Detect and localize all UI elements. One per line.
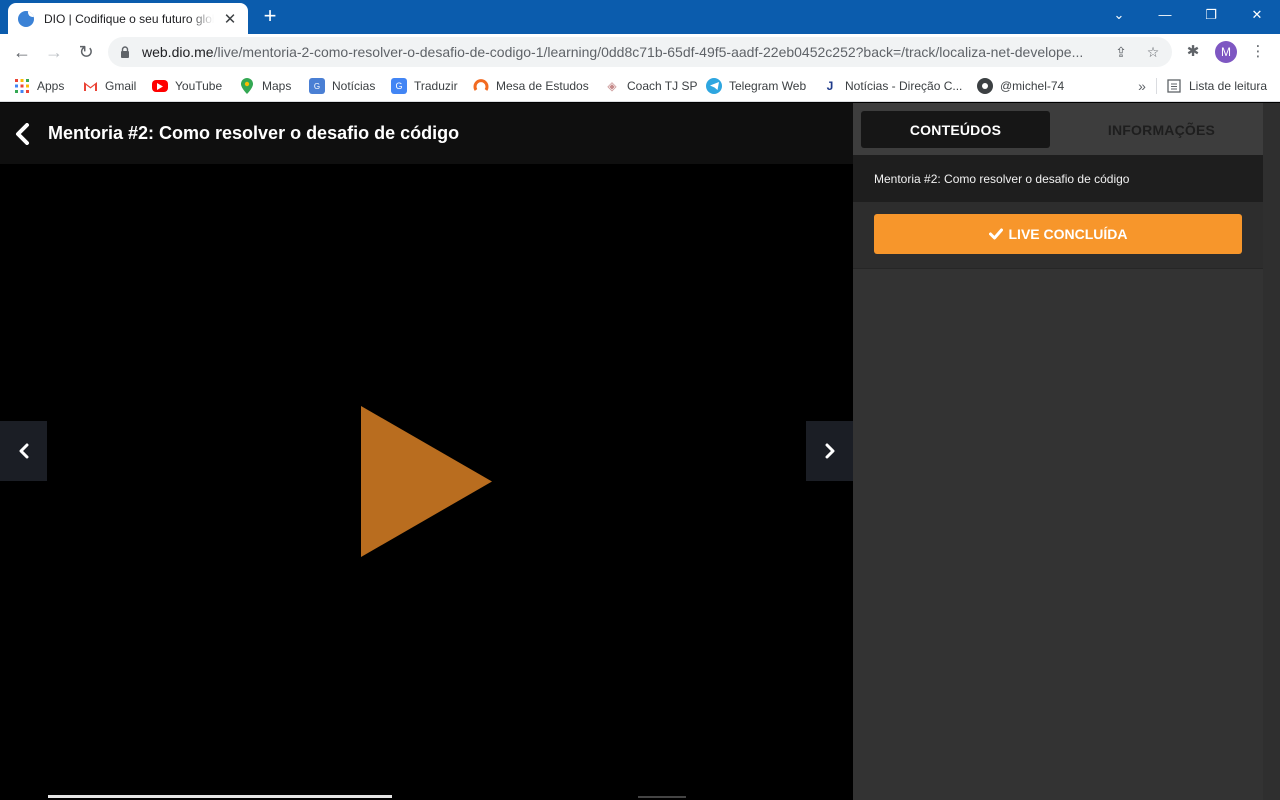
address-bar[interactable]: web.dio.me/live/mentoria-2-como-resolver… bbox=[108, 37, 1172, 67]
direcao-icon: J bbox=[826, 79, 834, 93]
reading-list-icon bbox=[1166, 78, 1182, 94]
maps-icon bbox=[239, 78, 255, 94]
content-item[interactable]: Mentoria #2: Como resolver o desafio de … bbox=[853, 155, 1263, 202]
bookmark-label: Apps bbox=[37, 79, 65, 93]
bookmark-label: Coach TJ SP bbox=[627, 79, 698, 93]
bookmark-label: Notícias - Direção C... bbox=[845, 79, 963, 93]
sidebar-tabs: CONTEÚDOS INFORMAÇÕES bbox=[853, 103, 1263, 155]
bookmark-apps[interactable]: Apps bbox=[14, 76, 64, 96]
live-concluida-button[interactable]: LIVE CONCLUÍDA bbox=[874, 214, 1242, 254]
bookmark-label: Gmail bbox=[105, 79, 137, 93]
bookmark-traduzir[interactable]: G Traduzir bbox=[391, 76, 458, 96]
chevron-left-icon bbox=[19, 443, 28, 459]
extensions-puzzle-icon[interactable]: ✱ bbox=[1182, 41, 1204, 63]
bookmark-label: Telegram Web bbox=[729, 79, 807, 93]
bookmark-mesa-estudos[interactable]: Mesa de Estudos bbox=[473, 76, 589, 96]
reading-list[interactable]: Lista de leitura bbox=[1166, 76, 1267, 96]
apps-grid-icon bbox=[14, 78, 30, 94]
back-arrow-icon[interactable]: ← bbox=[8, 38, 36, 66]
live-button-label: LIVE CONCLUÍDA bbox=[1008, 226, 1128, 242]
news-icon: G bbox=[309, 78, 325, 94]
bookmark-youtube[interactable]: YouTube bbox=[152, 76, 222, 96]
horizontal-scrollbar[interactable] bbox=[48, 795, 392, 798]
bookmark-coach[interactable]: ◈ Coach TJ SP bbox=[604, 76, 697, 96]
back-chevron-icon[interactable] bbox=[0, 103, 44, 164]
forward-arrow-icon[interactable]: → bbox=[40, 38, 68, 66]
bookmark-noticias[interactable]: G Notícias bbox=[309, 76, 375, 96]
player-header: Mentoria #2: Como resolver o desafio de … bbox=[0, 103, 853, 164]
bookmarks-divider bbox=[1156, 78, 1157, 94]
bookmark-direcao[interactable]: J Notícias - Direção C... bbox=[822, 76, 963, 96]
new-tab-button[interactable]: + bbox=[258, 4, 282, 28]
close-window-button[interactable]: ✕ bbox=[1234, 0, 1280, 30]
bookmark-gmail[interactable]: Gmail bbox=[82, 76, 136, 96]
sidebar: CONTEÚDOS INFORMAÇÕES Mentoria #2: Como … bbox=[853, 103, 1263, 800]
url-text: web.dio.me/live/mentoria-2-como-resolver… bbox=[142, 44, 1084, 60]
bookmark-telegram[interactable]: Telegram Web bbox=[706, 76, 806, 96]
bookmark-label: Maps bbox=[262, 79, 292, 93]
previous-arrow-button[interactable] bbox=[0, 421, 47, 481]
close-tab-icon[interactable]: ✕ bbox=[222, 10, 238, 28]
bookmark-star-icon[interactable]: ☆ bbox=[1144, 43, 1162, 61]
page-content: Mentoria #2: Como resolver o desafio de … bbox=[0, 103, 1280, 800]
profile-avatar[interactable]: M bbox=[1215, 41, 1237, 63]
video-player[interactable] bbox=[0, 164, 853, 800]
gmail-icon bbox=[82, 78, 98, 94]
chevron-right-icon bbox=[825, 443, 834, 459]
lock-icon bbox=[118, 45, 132, 59]
reload-icon[interactable]: ↻ bbox=[72, 38, 100, 66]
browser-toolbar: ← → ↻ web.dio.me/live/mentoria-2-como-re… bbox=[0, 34, 1280, 70]
bookmark-label: Mesa de Estudos bbox=[496, 79, 589, 93]
youtube-icon bbox=[152, 80, 168, 92]
restore-button[interactable]: ❐ bbox=[1188, 0, 1234, 30]
telegram-icon bbox=[706, 78, 722, 94]
tab-title: DIO | Codifique o seu futuro global bbox=[44, 11, 214, 26]
minimize-button[interactable]: — bbox=[1142, 0, 1188, 30]
bookmark-label: Notícias bbox=[332, 79, 376, 93]
tab-conteudos[interactable]: CONTEÚDOS bbox=[861, 111, 1050, 148]
play-icon[interactable] bbox=[361, 406, 492, 557]
share-icon[interactable]: ⇪ bbox=[1112, 43, 1130, 61]
translate-icon: G bbox=[391, 78, 407, 94]
bookmarks-overflow-icon[interactable]: » bbox=[1132, 76, 1152, 96]
bookmark-label: YouTube bbox=[175, 79, 223, 93]
tab-search-icon[interactable]: ⌄ bbox=[1096, 0, 1142, 30]
check-icon bbox=[988, 228, 1003, 240]
menu-kebab-icon[interactable]: ⋮ bbox=[1247, 41, 1269, 63]
reading-list-label: Lista de leitura bbox=[1189, 79, 1268, 93]
bookmarks-bar: Apps Gmail YouTube Maps G Notícias G Tra… bbox=[0, 70, 1280, 102]
tab-informacoes[interactable]: INFORMAÇÕES bbox=[1060, 111, 1263, 148]
coach-icon: ◈ bbox=[607, 79, 617, 93]
browser-titlebar: DIO | Codifique o seu futuro global ✕ + … bbox=[0, 0, 1280, 34]
bookmark-maps[interactable]: Maps bbox=[239, 76, 291, 96]
github-icon bbox=[977, 78, 993, 94]
action-area: LIVE CONCLUÍDA bbox=[853, 202, 1263, 269]
browser-tab[interactable]: DIO | Codifique o seu futuro global ✕ bbox=[8, 3, 248, 34]
next-arrow-button[interactable] bbox=[806, 421, 853, 481]
bookmark-label: @michel-74 bbox=[1000, 79, 1065, 93]
mesa-estudos-icon bbox=[473, 78, 489, 94]
bookmark-label: Traduzir bbox=[414, 79, 458, 93]
scroll-indicator bbox=[638, 796, 686, 798]
dio-favicon-icon bbox=[18, 10, 34, 27]
bookmark-github[interactable]: @michel-74 bbox=[977, 76, 1064, 96]
page-title: Mentoria #2: Como resolver o desafio de … bbox=[48, 123, 460, 143]
page-scrollbar[interactable] bbox=[1263, 103, 1280, 800]
